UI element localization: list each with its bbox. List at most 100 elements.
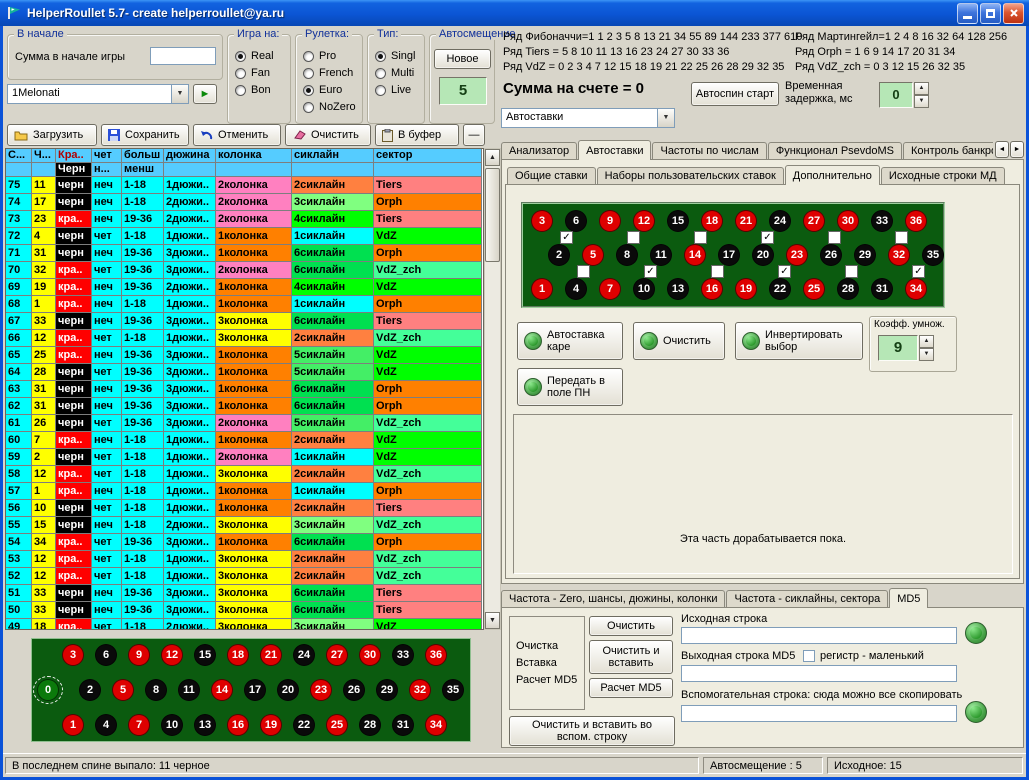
md5-aux-input[interactable] [681,705,957,722]
coef-spinner[interactable]: ▲ ▼ [919,335,934,361]
table-row[interactable]: 7323кра..неч19-362дюжи..2колонка4сиклайн… [6,211,483,228]
autospin-button[interactable]: Автоспин старт [691,82,779,106]
scroll-down-icon[interactable]: ▼ [485,612,500,629]
corner-checkbox[interactable] [577,265,590,278]
number-5[interactable]: 5 [112,679,134,701]
radio-option-Euro[interactable]: Euro [303,82,362,98]
radio-option-NoZero[interactable]: NoZero [303,99,362,115]
tab-scroll-right-icon[interactable]: ► [1010,141,1024,158]
autocorner-button[interactable]: Автоставка каре [517,322,623,360]
number-16[interactable]: 16 [227,714,249,736]
transfer-button[interactable]: Передать в поле ПН [517,368,623,406]
number-15[interactable]: 15 [667,210,689,232]
number-29[interactable]: 29 [854,244,876,266]
close-button[interactable] [1003,3,1024,24]
number-20[interactable]: 20 [277,679,299,701]
number-23[interactable]: 23 [786,244,808,266]
number-4[interactable]: 4 [95,714,117,736]
corner-checkbox[interactable]: ✓ [560,231,573,244]
buffer-button[interactable]: В буфер [375,124,459,146]
tab-MD5[interactable]: MD5 [889,588,928,608]
number-8[interactable]: 8 [616,244,638,266]
table-row[interactable]: 5812кра..чет1-181дюжи..3колонка2сиклайнV… [6,466,483,483]
radio-option-Bon[interactable]: Bon [235,82,290,98]
tab-Анализатор[interactable]: Анализатор [501,142,577,160]
scrollbar-thumb[interactable] [485,168,500,262]
radio-option-Singl[interactable]: Singl [375,48,424,64]
corner-checkbox[interactable] [828,231,841,244]
table-row[interactable]: 6126чернчет19-363дюжи..2колонка5сиклайнV… [6,415,483,432]
table-row[interactable]: 6612кра..чет1-181дюжи..3колонка2сиклайнV… [6,330,483,347]
number-9[interactable]: 9 [599,210,621,232]
radio-option-Live[interactable]: Live [375,82,424,98]
number-3[interactable]: 3 [531,210,553,232]
number-13[interactable]: 13 [667,278,689,300]
corner-checkbox[interactable] [711,265,724,278]
spin-down-icon[interactable]: ▼ [919,348,934,361]
md5-clear-button[interactable]: Очистить [589,616,673,636]
corner-checkbox[interactable]: ✓ [761,231,774,244]
number-18[interactable]: 18 [227,644,249,666]
number-33[interactable]: 33 [871,210,893,232]
number-12[interactable]: 12 [161,644,183,666]
table-row[interactable]: 681кра..неч1-181дюжи..1колонка1сиклайнOr… [6,296,483,313]
maximize-button[interactable] [980,3,1001,24]
number-9[interactable]: 9 [128,644,150,666]
table-row[interactable]: 7131черннеч19-363дюжи..1колонка6сиклайнO… [6,245,483,262]
number-12[interactable]: 12 [633,210,655,232]
start-play-button[interactable]: ► [193,84,217,104]
corner-checkbox[interactable] [627,231,640,244]
number-2[interactable]: 2 [79,679,101,701]
tab-Частота - Zero, шансы, дюжины, колонки[interactable]: Частота - Zero, шансы, дюжины, колонки [501,590,725,608]
number-33[interactable]: 33 [392,644,414,666]
number-8[interactable]: 8 [145,679,167,701]
table-row[interactable]: 5033черннеч19-363дюжи..3колонка6сиклайнT… [6,602,483,619]
clear-bets-button[interactable]: Очистить [633,322,725,360]
tab-Частоты по числам[interactable]: Частоты по числам [652,142,766,160]
table-row[interactable]: 5515черннеч1-182дюжи..3колонка3сиклайнVd… [6,517,483,534]
radio-option-Pro[interactable]: Pro [303,48,362,64]
number-19[interactable]: 19 [260,714,282,736]
number-34[interactable]: 34 [905,278,927,300]
number-10[interactable]: 10 [633,278,655,300]
number-14[interactable]: 14 [211,679,233,701]
number-21[interactable]: 21 [735,210,757,232]
number-25[interactable]: 25 [803,278,825,300]
table-row[interactable]: 7032кра..чет19-363дюжи..2колонка6сиклайн… [6,262,483,279]
corner-checkbox[interactable] [694,231,707,244]
number-35[interactable]: 35 [922,244,944,266]
number-16[interactable]: 16 [701,278,723,300]
number-3[interactable]: 3 [62,644,84,666]
corner-checkbox[interactable]: ✓ [644,265,657,278]
undo-button[interactable]: Отменить [193,124,281,146]
table-row[interactable]: 592чернчет1-181дюжи..2колонка1сиклайнVdZ [6,449,483,466]
number-4[interactable]: 4 [565,278,587,300]
table-scrollbar[interactable]: ▲ ▼ [484,148,501,630]
load-button[interactable]: Загрузить [7,124,97,146]
number-19[interactable]: 19 [735,278,757,300]
scroll-up-icon[interactable]: ▲ [485,149,500,166]
table-row[interactable]: 4918кра..чет1-182дюжи..3колонка3сиклайнV… [6,619,483,630]
corner-checkbox[interactable] [895,231,908,244]
register-checkbox[interactable] [803,650,815,662]
md5-source-action-icon[interactable] [965,622,987,644]
start-sum-input[interactable] [150,47,216,65]
table-row[interactable]: 5434кра..чет19-363дюжи..1колонка6сиклайн… [6,534,483,551]
number-18[interactable]: 18 [701,210,723,232]
table-row[interactable]: 607кра..неч1-181дюжи..1колонка2сиклайнVd… [6,432,483,449]
table-row[interactable]: 6231черннеч19-363дюжи..1колонка6сиклайнO… [6,398,483,415]
number-2[interactable]: 2 [548,244,570,266]
chevron-down-icon[interactable]: ▼ [657,109,674,127]
radio-option-French[interactable]: French [303,65,362,81]
table-row[interactable]: 5312кра..чет1-181дюжи..3колонка2сиклайнV… [6,551,483,568]
number-27[interactable]: 27 [803,210,825,232]
number-7[interactable]: 7 [599,278,621,300]
number-22[interactable]: 22 [293,714,315,736]
tab-Автоставки[interactable]: Автоставки [578,140,651,160]
number-1[interactable]: 1 [531,278,553,300]
radio-option-Fan[interactable]: Fan [235,65,290,81]
title-bar[interactable]: HelperRoullet 5.7- create helperroullet@… [0,0,1029,26]
table-row[interactable]: 6919кра..неч19-362дюжи..1колонка4сиклайн… [6,279,483,296]
number-11[interactable]: 11 [650,244,672,266]
number-31[interactable]: 31 [871,278,893,300]
